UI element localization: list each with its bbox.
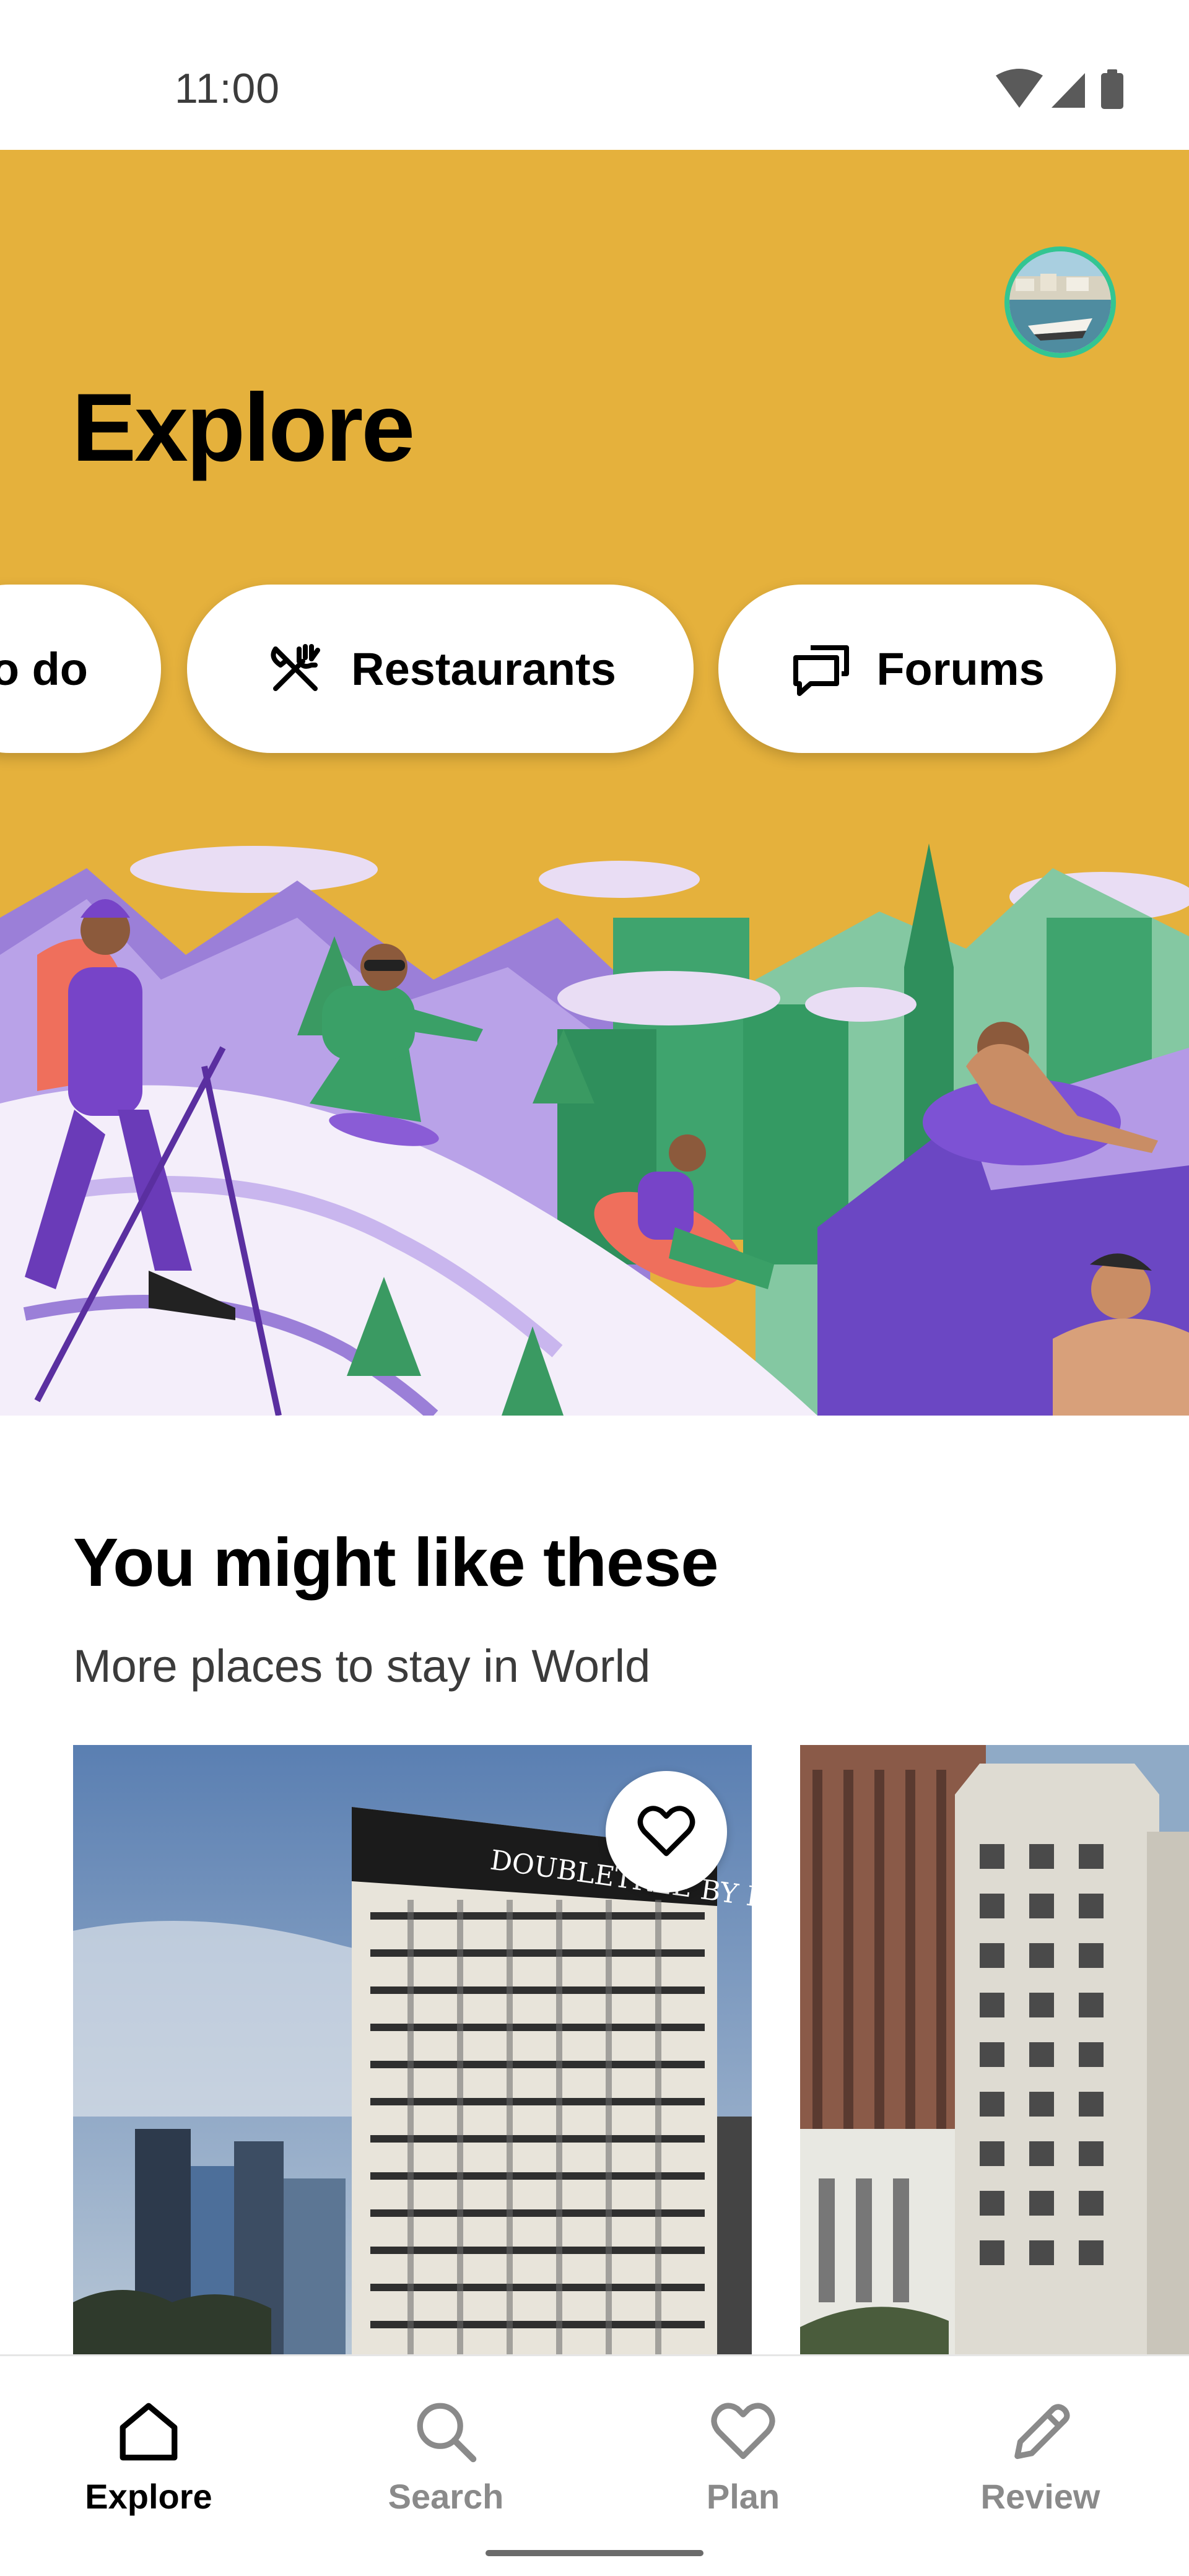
travel-illustration [0,843,1189,1416]
hotel-card[interactable] [800,1745,1189,2358]
battery-icon [1101,69,1123,109]
bottom-navigation: Explore Search Plan Review [0,2354,1189,2576]
wifi-icon [996,69,1043,108]
chip-label: Forums [876,643,1045,695]
nav-plan[interactable]: Plan [613,2396,873,2544]
hotel-photo-historic-building [800,1745,1189,2358]
nav-label: Review [980,2477,1100,2516]
pencil-icon [1014,2404,1070,2460]
section-subtitle: More places to stay in World [73,1640,651,1692]
nav-search[interactable]: Search [316,2396,576,2544]
nav-explore[interactable]: Explore [19,2396,279,2544]
chip-restaurants[interactable]: Restaurants [187,585,694,753]
nav-label: Explore [85,2477,212,2516]
hotel-card[interactable]: DOUBLETREE BY HILTON [73,1745,752,2358]
heart-icon [711,2403,775,2460]
save-button[interactable] [606,1771,727,1892]
nav-review[interactable]: Review [910,2396,1170,2544]
explore-hero: Explore o do Restaurants Forums [0,150,1189,1416]
status-bar: 11:00 [0,0,1189,150]
chip-forums[interactable]: Forums [718,585,1116,753]
chat-bubbles-icon [793,645,850,696]
status-time: 11:00 [175,65,281,112]
nav-label: Search [388,2477,504,2516]
chip-label: o do [0,643,88,695]
avatar-photo [1009,251,1111,353]
page-title: Explore [72,374,415,482]
cellular-signal-icon [1052,73,1085,108]
profile-avatar[interactable] [1004,246,1116,358]
nav-label: Plan [706,2477,780,2516]
chip-label: Restaurants [351,643,616,695]
chip-things-to-do[interactable]: o do [0,585,161,753]
fork-knife-icon [271,644,321,691]
explore-screen: 11:00 Explore o do Restaurants Forums Yo… [0,0,1189,2576]
status-icons [996,69,1123,109]
section-title: You might like these [73,1525,718,1601]
home-icon [120,2403,178,2461]
heart-outline-icon [637,1806,695,1856]
search-icon [417,2403,477,2463]
gesture-handle[interactable] [486,2550,703,2556]
